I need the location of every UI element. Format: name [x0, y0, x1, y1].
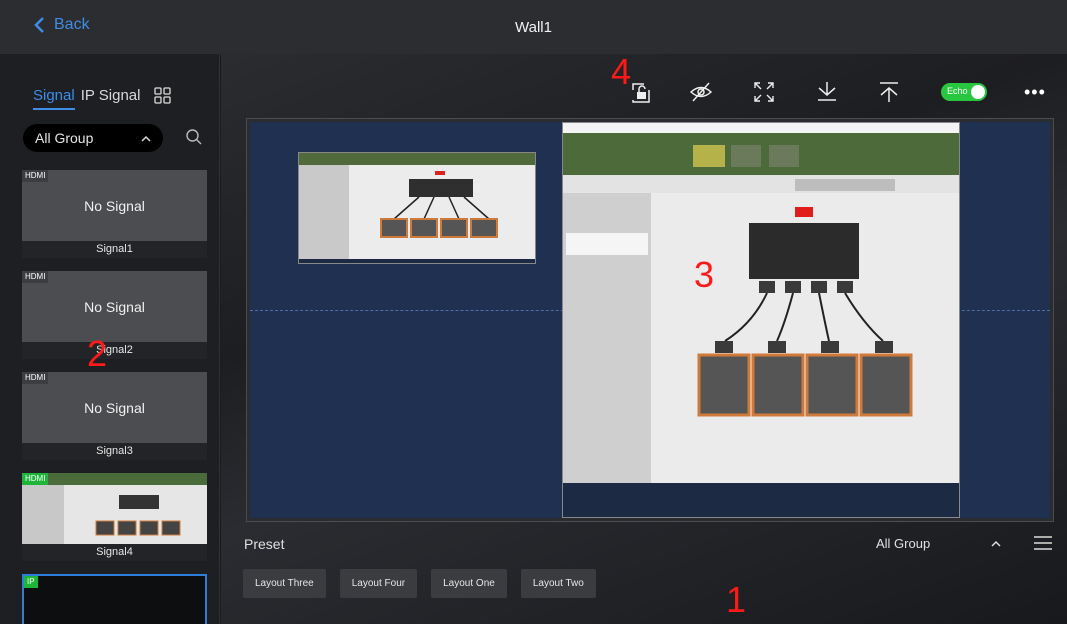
annotation-marker-4: 4: [611, 51, 632, 92]
move-top-button[interactable]: [873, 76, 905, 108]
eye-off-icon: [689, 82, 713, 102]
signal-card-selected[interactable]: IP: [22, 574, 207, 624]
page-title: Wall1: [515, 18, 552, 36]
chevron-left-icon: [34, 17, 44, 33]
unlock-icon: [632, 83, 650, 103]
grid-view-icon[interactable]: [154, 86, 172, 105]
signal-status: No Signal: [84, 400, 145, 416]
group-select-value: All Group: [35, 130, 94, 146]
echo-label: Echo: [947, 86, 968, 96]
hdmi-badge: HDMI: [22, 372, 49, 384]
signal-status: No Signal: [84, 299, 145, 315]
chevron-up-icon: [141, 135, 151, 142]
hdmi-badge: HDMI: [22, 170, 49, 182]
window-large[interactable]: [562, 122, 960, 518]
preset-label: Preset: [244, 536, 285, 552]
preset-group-select[interactable]: All Group: [876, 536, 930, 551]
layout-button[interactable]: Layout Three: [243, 569, 326, 598]
top-bar: Back Wall1: [0, 0, 1067, 54]
layout-button[interactable]: Layout Four: [339, 569, 418, 598]
signal-card[interactable]: HDMI Signal4: [22, 473, 207, 561]
wall-editor: Echo ••• 4 3 Preset All Group Layout Thr…: [221, 54, 1067, 624]
signal-card[interactable]: HDMI No Signal Signal3: [22, 372, 207, 460]
signal-name: Signal3: [22, 443, 207, 460]
layout-button[interactable]: Layout One: [431, 569, 507, 598]
annotation-marker-1: 1: [726, 579, 747, 620]
window-content: [563, 123, 959, 517]
annotation-marker-3: 3: [694, 254, 715, 295]
search-icon[interactable]: [185, 128, 203, 146]
window-content: [299, 153, 535, 263]
signal-tabs: Signal IP Signal: [33, 81, 172, 110]
expand-icon: [754, 82, 774, 102]
hide-button[interactable]: [685, 76, 717, 108]
arrow-down-bar-icon: [818, 82, 836, 101]
layout-button[interactable]: Layout Two: [520, 569, 596, 598]
layout-preset-list: Layout Three Layout Four Layout One Layo…: [243, 569, 610, 598]
signal-name: Signal2: [22, 342, 207, 359]
tab-signal[interactable]: Signal: [33, 87, 75, 110]
ip-badge: IP: [24, 576, 38, 588]
move-down-button[interactable]: [811, 76, 843, 108]
signal-name: Signal1: [22, 241, 207, 258]
fullscreen-button[interactable]: [748, 76, 780, 108]
signal-card[interactable]: HDMI No Signal Signal1: [22, 170, 207, 258]
hdmi-badge: HDMI: [22, 271, 49, 283]
video-wall[interactable]: 3: [250, 122, 1050, 518]
hdmi-badge: HDMI: [22, 473, 49, 485]
back-button[interactable]: Back: [34, 16, 90, 34]
menu-icon[interactable]: [1034, 536, 1052, 550]
signal-name: Signal4: [22, 544, 207, 561]
toolbar: Echo •••: [221, 76, 1067, 108]
signal-card[interactable]: HDMI No Signal Signal2: [22, 271, 207, 359]
chevron-up-icon[interactable]: [991, 540, 1001, 547]
app-window: Back Wall1 Signal IP Signal All Group HD…: [0, 0, 1067, 624]
tab-ip-signal[interactable]: IP Signal: [81, 87, 141, 104]
arrow-up-bar-icon: [880, 82, 898, 102]
signal-sidebar: Signal IP Signal All Group HDMI No Signa…: [0, 54, 220, 624]
group-select[interactable]: All Group: [23, 124, 163, 152]
signal-status: No Signal: [84, 198, 145, 214]
wall-canvas: 3: [246, 118, 1054, 522]
back-label: Back: [54, 16, 90, 33]
toggle-knob: [971, 85, 985, 99]
annotation-marker-2: 2: [87, 333, 108, 374]
echo-toggle[interactable]: Echo: [941, 83, 987, 101]
more-menu-button[interactable]: •••: [1024, 82, 1046, 103]
window-small[interactable]: [298, 152, 536, 264]
